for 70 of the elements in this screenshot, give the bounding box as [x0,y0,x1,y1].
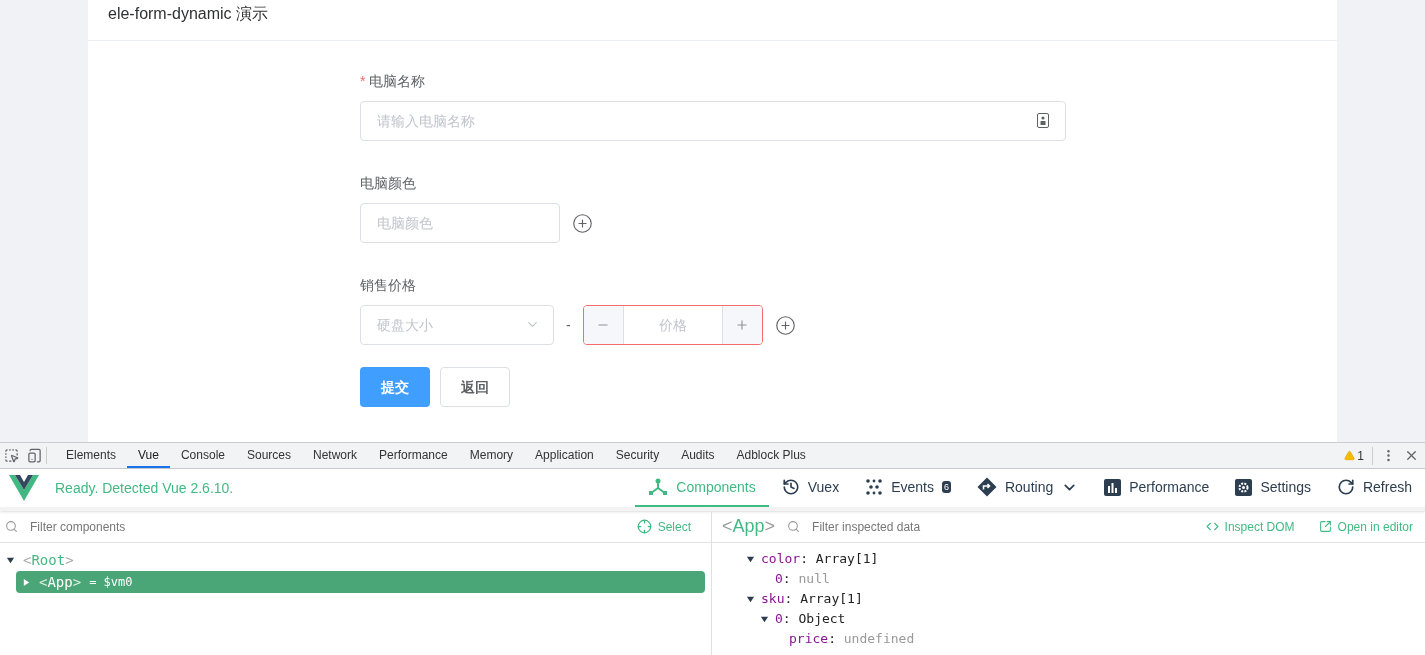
filter-data-field[interactable]: Filter inspected data [812,517,1194,536]
vue-nav-tab[interactable]: Routing [963,469,1092,507]
plus-icon [735,318,750,332]
close-icon[interactable] [1404,448,1419,463]
expanded-triangle-icon[interactable] [746,554,755,564]
inspected-component-name: <App> [722,515,776,538]
vue-nav-tab[interactable]: Vuex [768,469,853,507]
vue-logo-icon [9,475,39,501]
text-input-field[interactable]: 请输入电脑名称 [360,101,1066,141]
history-icon [781,478,800,496]
component-name: <App> [39,572,82,592]
vue-nav-tab[interactable]: Performance [1091,469,1223,507]
collapsed-triangle-icon[interactable] [22,577,31,587]
data-entry: 0: Object [775,610,846,629]
data-entry: color: Array[1] [761,550,879,569]
devtools-tab[interactable]: Performance [368,443,459,468]
vue-nav-tab[interactable]: Refresh [1323,469,1425,507]
dots-icon [865,478,884,496]
data-entry: sku: Array[1] [761,590,863,609]
devtools-tab[interactable]: Adblock Plus [725,443,817,468]
field-label: 电脑名称 [369,71,426,91]
select-field[interactable]: 硬盘大小 [360,305,554,345]
field-label: 销售价格 [360,275,416,295]
devtools-tab[interactable]: Console [169,443,236,468]
expanded-triangle-icon[interactable] [746,594,755,604]
number-input-field[interactable]: 价格 [623,306,722,344]
event-count-badge: 6 [941,481,951,493]
required-mark: * [360,71,366,91]
page-title: ele-form-dynamic 演示 [108,4,269,24]
devtools-tab[interactable]: Elements [55,443,128,468]
devtools-tab[interactable]: Application [524,443,605,468]
filter-components-field[interactable]: Filter components [30,517,625,536]
field-label: 电脑颜色 [360,173,416,193]
contact-card-icon [1037,113,1049,128]
device-toolbar-icon[interactable] [27,448,42,463]
devtools-tab[interactable]: Memory [458,443,525,468]
search-icon [5,520,18,533]
data-entry: 0: null [775,570,830,589]
bar-chart-icon [1104,478,1122,496]
search-icon [787,520,801,533]
expanded-triangle-icon[interactable] [6,555,15,565]
back-button[interactable]: 返回 [440,367,510,407]
data-entry: price: undefined [789,630,915,649]
decrement-button[interactable] [583,306,624,344]
devtools-tab[interactable]: Sources [235,443,302,468]
inspect-element-icon[interactable] [4,448,19,463]
devtools-tab[interactable]: Vue [127,443,170,468]
add-icon[interactable] [774,314,796,336]
settings-icon [1235,478,1253,496]
component-name: <Root> [23,550,74,570]
range-separator: - [566,315,571,335]
expanded-triangle-icon[interactable] [760,614,769,624]
code-icon [1205,520,1219,533]
devtools-tab[interactable]: Network [302,443,368,468]
vue-nav-tab[interactable]: Settings [1222,469,1324,507]
warning-count[interactable]: 1 [1344,446,1373,465]
signpost-diamond-icon [976,477,997,497]
devtools-tab[interactable]: Security [604,443,671,468]
external-link-icon [1318,520,1332,533]
vue-nav-tab[interactable]: Events 6 [852,469,964,507]
crosshair-icon [636,519,652,534]
color-input-field[interactable]: 电脑颜色 [360,203,560,243]
number-stepper[interactable]: 价格 [582,305,763,345]
warning-icon [1344,450,1356,461]
instance-ref: = $vm0 [89,574,133,591]
component-tree-icon [648,478,669,496]
devtools-tab[interactable]: Audits [670,443,726,468]
vue-status: Ready. Detected Vue 2.6.10. [55,478,234,498]
add-icon[interactable] [572,212,593,234]
refresh-icon [1336,478,1355,496]
